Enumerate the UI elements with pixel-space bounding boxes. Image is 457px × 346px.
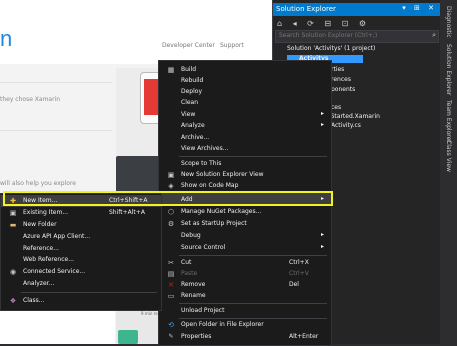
- promo-graphic: [118, 330, 138, 344]
- menu-item-properties[interactable]: ✎ Properties Alt+Enter: [159, 331, 331, 343]
- solution-explorer-titlebar[interactable]: Solution Explorer ▾ ⊞ ✕: [273, 3, 441, 16]
- build-icon: ▦: [167, 66, 175, 74]
- existing-item-icon: ▣: [9, 209, 17, 217]
- submenu-item-class[interactable]: ❖ Class...: [1, 295, 161, 307]
- menu-item-manage-nuget[interactable]: ⬡ Manage NuGet Packages...: [159, 206, 331, 218]
- cut-icon: ✂: [168, 259, 174, 267]
- submenu-item-web-reference[interactable]: Web Reference...: [1, 254, 161, 266]
- add-submenu: ✚ New Item... Ctrl+Shift+A ▣ Existing It…: [0, 193, 162, 311]
- menu-item-unload-project[interactable]: Unload Project: [159, 305, 331, 317]
- wrench-icon: ✎: [168, 333, 174, 340]
- menu-item-analyze[interactable]: Analyze ▸: [159, 120, 331, 132]
- search-box[interactable]: ⌕: [275, 30, 439, 43]
- code-map-icon: ◈: [168, 182, 174, 190]
- menu-item-open-folder[interactable]: ⟲ Open Folder in File Explorer: [159, 319, 331, 331]
- paste-icon: ▤: [167, 270, 175, 278]
- menu-item-source-control[interactable]: Source Control ▸: [159, 242, 331, 254]
- new-view-icon: ▣: [167, 171, 175, 179]
- search-input[interactable]: [279, 32, 429, 39]
- rename-icon: ▭: [167, 292, 175, 300]
- submenu-arrow-icon: ▸: [321, 243, 325, 250]
- menu-separator: [21, 292, 157, 293]
- tab-solution-explorer[interactable]: Solution Explorer: [445, 44, 452, 95]
- panel-window-icons[interactable]: ▾ ⊞ ✕: [402, 4, 437, 12]
- submenu-arrow-icon: ▸: [321, 231, 325, 238]
- start-page-header: [0, 0, 272, 64]
- remove-icon: ✕: [168, 281, 174, 289]
- tab-diagnostic[interactable]: Diagnostic: [445, 6, 452, 38]
- connected-service-icon: ◉: [9, 268, 17, 276]
- tree-item-properties[interactable]: rties: [331, 66, 344, 73]
- tree-item-resources[interactable]: ces: [331, 104, 341, 111]
- submenu-item-azure-api-client[interactable]: Azure API App Client...: [1, 231, 161, 243]
- menu-item-view-archives[interactable]: View Archives...: [159, 143, 331, 155]
- class-icon: ❖: [9, 297, 17, 305]
- tree-item-components[interactable]: ponents: [331, 86, 355, 93]
- menu-separator: [179, 255, 327, 256]
- menu-separator: [179, 303, 327, 304]
- side-tool-tabs: Diagnostic Solution Explorer Team Explor…: [440, 0, 457, 344]
- submenu-arrow-icon: ▸: [321, 121, 325, 128]
- start-page-text: they chose Xamarin: [0, 96, 61, 103]
- page-title: n: [0, 26, 13, 51]
- solution-explorer-toolbar[interactable]: ⌂ ◂ ⟳ ⊟ ⊡ ⚙: [277, 19, 370, 28]
- search-icon[interactable]: ⌕: [432, 31, 436, 40]
- submenu-item-connected-service[interactable]: ◉ Connected Service...: [1, 266, 161, 278]
- menu-item-rename[interactable]: ▭ Rename: [159, 290, 331, 302]
- divider: [0, 82, 112, 83]
- divider: [0, 130, 112, 131]
- tree-item-references[interactable]: rences: [331, 76, 351, 83]
- menu-item-debug[interactable]: Debug ▸: [159, 230, 331, 242]
- menu-item-set-startup-project[interactable]: ⚙ Set as StartUp Project: [159, 218, 331, 230]
- menu-separator: [179, 156, 327, 157]
- tab-team-explorer[interactable]: Team Explorer: [445, 100, 452, 143]
- submenu-item-existing-item[interactable]: ▣ Existing Item... Shift+Alt+A: [1, 207, 161, 219]
- tree-item-solution[interactable]: Solution 'Activitys' (1 project): [287, 45, 375, 52]
- submenu-item-new-folder[interactable]: ▬ New Folder: [1, 219, 161, 231]
- submenu-item-analyzer[interactable]: Analyzer...: [1, 278, 161, 290]
- annotation-highlight-box: [3, 191, 333, 206]
- tab-class-view[interactable]: Class View: [445, 140, 452, 172]
- nuget-icon: ⬡: [167, 208, 175, 216]
- new-folder-icon: ▬: [9, 221, 17, 229]
- folder-refresh-icon: ⟲: [168, 321, 174, 329]
- menu-item-clean[interactable]: Clean: [159, 97, 331, 109]
- nav-link-developer-center[interactable]: Developer Center: [162, 42, 215, 49]
- tree-item-mainactivity[interactable]: Activity.cs: [331, 122, 361, 129]
- start-page-text: will also help you explore: [0, 180, 76, 187]
- nav-link-support[interactable]: Support: [220, 42, 244, 49]
- promo-tile-dark[interactable]: [116, 156, 160, 196]
- submenu-arrow-icon: ▸: [321, 110, 325, 117]
- gear-icon: ⚙: [167, 220, 175, 228]
- panel-title: Solution Explorer: [276, 5, 336, 13]
